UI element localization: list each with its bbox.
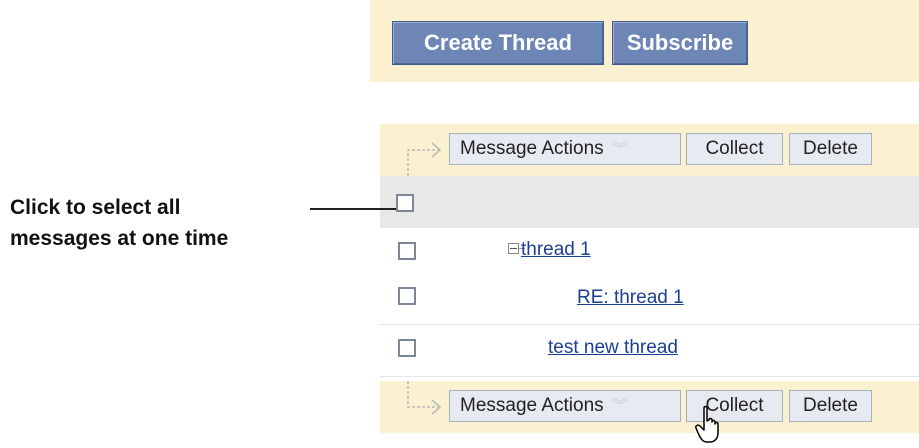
message-actions-label: Message Actions [460, 395, 604, 416]
message-row: test new thread [380, 325, 919, 377]
delete-button[interactable]: Delete [789, 390, 872, 422]
message-action-bar-bottom: Message Actions ︾ Collect Delete [380, 381, 919, 433]
message-actions-label: Message Actions [460, 138, 604, 159]
message-list-header [380, 176, 919, 228]
message-link[interactable]: test new thread [548, 337, 678, 359]
hand-cursor-icon [695, 405, 719, 443]
corner-arrow-icon [407, 142, 442, 176]
collapse-icon[interactable] [508, 243, 519, 254]
collect-button[interactable]: Collect [686, 133, 783, 165]
subscribe-button[interactable]: Subscribe [612, 21, 748, 65]
message-checkbox[interactable] [398, 242, 416, 260]
thread-toolbar: Create Thread Subscribe [370, 0, 919, 82]
message-actions-dropdown[interactable]: Message Actions ︾ [449, 133, 681, 165]
double-chevron-down-icon: ︾ [611, 398, 628, 415]
callout-pointer-line [310, 208, 396, 210]
message-checkbox[interactable] [398, 339, 416, 357]
message-actions-dropdown[interactable]: Message Actions ︾ [449, 390, 681, 422]
select-all-checkbox[interactable] [396, 194, 414, 212]
message-checkbox[interactable] [398, 287, 416, 305]
callout-line-2: messages at one time [10, 227, 229, 250]
message-action-bar-top: Message Actions ︾ Collect Delete [380, 124, 919, 176]
select-all-callout: Click to select all messages at one time [10, 192, 310, 254]
message-link[interactable]: thread 1 [521, 239, 591, 261]
message-row: RE: thread 1 [380, 273, 919, 325]
callout-line-1: Click to select all [10, 196, 181, 219]
delete-button[interactable]: Delete [789, 133, 872, 165]
double-chevron-down-icon: ︾ [611, 141, 628, 158]
create-thread-button[interactable]: Create Thread [392, 21, 604, 65]
corner-arrow-icon [407, 381, 442, 415]
message-link[interactable]: RE: thread 1 [577, 287, 684, 309]
